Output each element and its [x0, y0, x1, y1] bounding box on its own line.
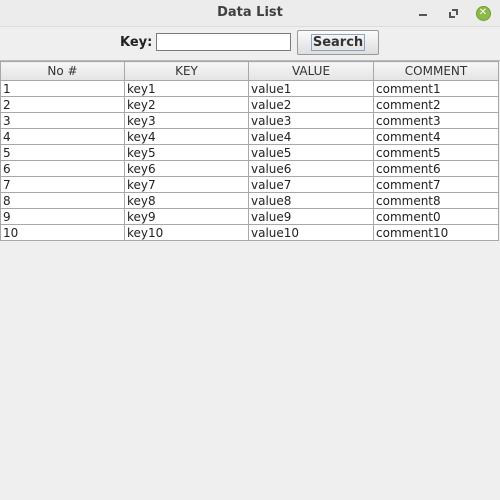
minimize-button[interactable] — [415, 5, 431, 21]
table-cell: comment3 — [373, 112, 499, 129]
maximize-button[interactable] — [445, 5, 461, 21]
column-header-comment[interactable]: COMMENT — [373, 61, 499, 81]
table-cell: 1 — [0, 80, 125, 97]
table-cell: comment2 — [373, 96, 499, 113]
search-button-label: Search — [310, 34, 366, 51]
table-cell: key10 — [124, 224, 249, 241]
table-cell: value8 — [248, 192, 374, 209]
table-row[interactable]: 5 key5 value5 comment5 — [0, 144, 499, 161]
data-table-area[interactable]: No # KEY VALUE COMMENT 1 key1 value1 com… — [0, 60, 500, 500]
table-row[interactable]: 1 key1 value1 comment1 — [0, 80, 499, 97]
table-cell: key1 — [124, 80, 249, 97]
column-header-key[interactable]: KEY — [124, 61, 249, 81]
table-cell: 4 — [0, 128, 125, 145]
table-header-row: No # KEY VALUE COMMENT — [0, 61, 499, 81]
table-cell: 10 — [0, 224, 125, 241]
table-cell: comment1 — [373, 80, 499, 97]
table-cell: value2 — [248, 96, 374, 113]
table-row[interactable]: 3 key3 value3 comment3 — [0, 112, 499, 129]
table-cell: value9 — [248, 208, 374, 225]
title-bar: Data List ✕ — [0, 0, 500, 27]
table-cell: comment8 — [373, 192, 499, 209]
table-cell: value3 — [248, 112, 374, 129]
table-cell: 8 — [0, 192, 125, 209]
table-cell: key2 — [124, 96, 249, 113]
table-cell: 9 — [0, 208, 125, 225]
table-cell: 3 — [0, 112, 125, 129]
data-table: No # KEY VALUE COMMENT 1 key1 value1 com… — [0, 61, 499, 241]
table-row[interactable]: 9 key9 value9 comment0 — [0, 208, 499, 225]
column-header-value[interactable]: VALUE — [248, 61, 374, 81]
close-button[interactable]: ✕ — [475, 5, 491, 21]
table-row[interactable]: 4 key4 value4 comment4 — [0, 128, 499, 145]
table-cell: value10 — [248, 224, 374, 241]
table-cell: key5 — [124, 144, 249, 161]
table-row[interactable]: 7 key7 value7 comment7 — [0, 176, 499, 193]
table-cell: comment7 — [373, 176, 499, 193]
table-cell: value7 — [248, 176, 374, 193]
table-cell: comment4 — [373, 128, 499, 145]
search-bar: Key: Search — [0, 27, 500, 60]
key-input[interactable] — [156, 33, 291, 51]
table-cell: comment5 — [373, 144, 499, 161]
table-cell: value1 — [248, 80, 374, 97]
search-button[interactable]: Search — [297, 30, 379, 55]
maximize-icon — [448, 8, 458, 18]
table-cell: key6 — [124, 160, 249, 177]
table-cell: key9 — [124, 208, 249, 225]
key-label: Key: — [120, 35, 153, 50]
minimize-icon — [419, 13, 427, 16]
table-cell: comment6 — [373, 160, 499, 177]
table-cell: comment10 — [373, 224, 499, 241]
table-cell: 6 — [0, 160, 125, 177]
column-header-no[interactable]: No # — [0, 61, 125, 81]
table-row[interactable]: 2 key2 value2 comment2 — [0, 96, 499, 113]
table-cell: comment0 — [373, 208, 499, 225]
table-cell: key8 — [124, 192, 249, 209]
table-cell: 5 — [0, 144, 125, 161]
table-row[interactable]: 6 key6 value6 comment6 — [0, 160, 499, 177]
table-row[interactable]: 8 key8 value8 comment8 — [0, 192, 499, 209]
table-cell: 7 — [0, 176, 125, 193]
table-cell: key3 — [124, 112, 249, 129]
close-icon: ✕ — [475, 5, 491, 21]
table-cell: 2 — [0, 96, 125, 113]
table-cell: value5 — [248, 144, 374, 161]
table-row[interactable]: 10 key10 value10 comment10 — [0, 224, 499, 241]
table-cell: key7 — [124, 176, 249, 193]
table-cell: value4 — [248, 128, 374, 145]
table-cell: value6 — [248, 160, 374, 177]
table-cell: key4 — [124, 128, 249, 145]
